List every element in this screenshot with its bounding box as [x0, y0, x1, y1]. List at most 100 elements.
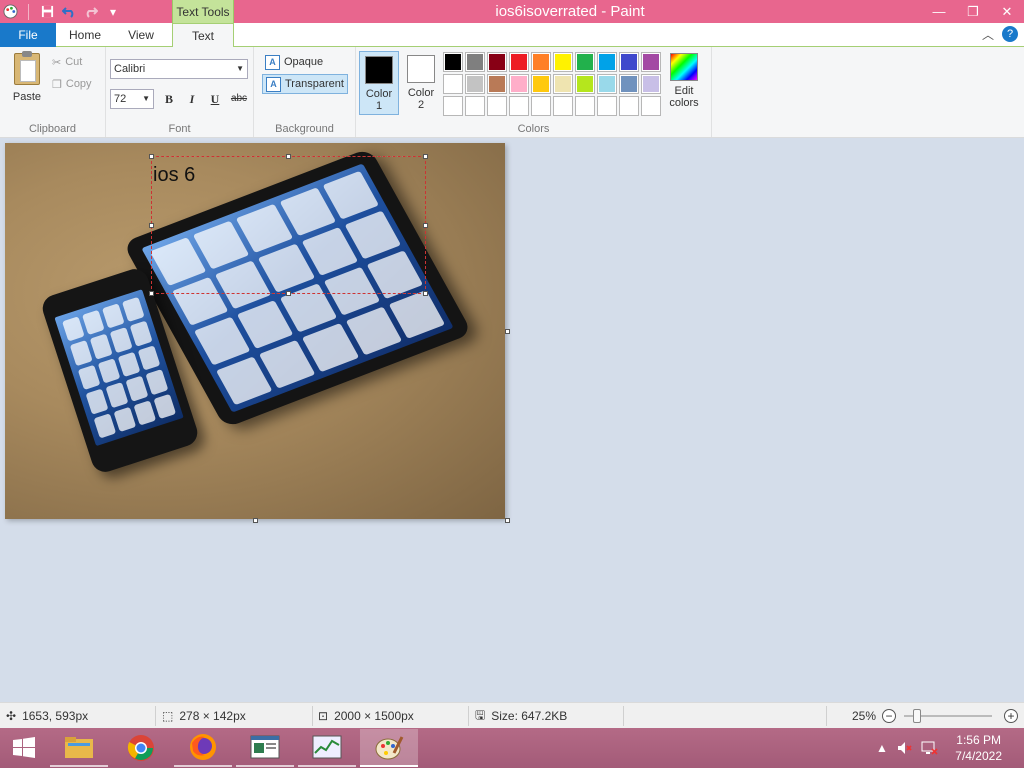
font-size-value: 72	[114, 93, 127, 105]
palette-color-swatch[interactable]	[575, 74, 595, 94]
palette-empty-swatch[interactable]	[641, 96, 661, 116]
paste-button[interactable]: Paste	[8, 51, 46, 103]
color1-button[interactable]: Color 1	[359, 51, 399, 115]
taskbar-clock[interactable]: 1:56 PM 7/4/2022	[955, 732, 1002, 764]
palette-color-swatch[interactable]	[443, 52, 463, 72]
save-icon[interactable]	[39, 4, 55, 20]
palette-color-swatch[interactable]	[465, 52, 485, 72]
palette-color-swatch[interactable]	[553, 74, 573, 94]
palette-color-swatch[interactable]	[465, 74, 485, 94]
canvas-text[interactable]: ios 6	[153, 164, 195, 187]
palette-color-swatch[interactable]	[641, 74, 661, 94]
italic-button[interactable]: I	[183, 90, 201, 108]
palette-color-swatch[interactable]	[509, 52, 529, 72]
image-size-value: 2000 × 1500px	[334, 709, 414, 723]
palette-empty-swatch[interactable]	[487, 96, 507, 116]
palette-empty-swatch[interactable]	[575, 96, 595, 116]
palette-empty-swatch[interactable]	[531, 96, 551, 116]
collapse-ribbon-chevron-up-icon[interactable]: ︿	[982, 26, 994, 43]
font-size-select[interactable]: 72 ▼	[110, 89, 154, 109]
customize-qat-chevron-down-icon[interactable]: ▾	[105, 4, 121, 20]
transparent-label: Transparent	[285, 78, 344, 90]
status-divider	[155, 706, 156, 726]
zoom-out-button[interactable]: −	[882, 709, 896, 723]
underline-button[interactable]: U	[206, 90, 224, 108]
canvas-resize-handle-right[interactable]	[505, 329, 510, 334]
palette-empty-swatch[interactable]	[443, 96, 463, 116]
redo-icon[interactable]	[83, 4, 99, 20]
volume-muted-icon[interactable]	[896, 728, 912, 768]
document-app-taskbar-button[interactable]	[236, 729, 294, 767]
resize-handle[interactable]	[149, 291, 154, 296]
tab-text[interactable]: Text	[172, 23, 234, 48]
palette-empty-swatch[interactable]	[553, 96, 573, 116]
strikethrough-button[interactable]: abc	[228, 90, 250, 108]
cut-button[interactable]: ✂ Cut	[52, 53, 82, 71]
resize-handle[interactable]	[149, 223, 154, 228]
resize-handle[interactable]	[423, 223, 428, 228]
palette-color-swatch[interactable]	[641, 52, 661, 72]
task-manager-taskbar-button[interactable]	[298, 729, 356, 767]
tab-file[interactable]: File	[0, 23, 56, 47]
palette-color-swatch[interactable]	[509, 74, 529, 94]
canvas-workspace[interactable]: ios 6	[0, 138, 1024, 702]
palette-color-swatch[interactable]	[487, 74, 507, 94]
color2-button[interactable]: Color 2	[401, 51, 441, 115]
palette-color-swatch[interactable]	[597, 74, 617, 94]
restore-icon[interactable]: ❐	[956, 0, 990, 23]
ribbon: Paste ✂ Cut ❐ Copy Clipboard Calibri ▼ 7…	[0, 47, 1024, 138]
color1-label-line1: Color	[365, 88, 393, 100]
font-family-value: Calibri	[114, 63, 146, 75]
paint-taskbar-button[interactable]	[360, 729, 418, 767]
tab-home[interactable]: Home	[58, 23, 112, 47]
edit-colors-label-line2: colors	[669, 97, 699, 109]
canvas-size-icon: ⊡	[318, 709, 329, 723]
show-hidden-icons-chevron-up-icon[interactable]: ▲	[876, 728, 888, 768]
palette-color-swatch[interactable]	[619, 74, 639, 94]
taskbar: ▲ 1:56 PM 7/4/2022	[0, 728, 1024, 768]
palette-color-swatch[interactable]	[553, 52, 573, 72]
canvas-image[interactable]: ios 6	[5, 143, 505, 519]
file-explorer-taskbar-button[interactable]	[50, 729, 108, 767]
chrome-taskbar-button[interactable]	[112, 729, 170, 767]
palette-empty-swatch[interactable]	[509, 96, 529, 116]
resize-handle[interactable]	[423, 154, 428, 159]
bold-button[interactable]: B	[160, 90, 178, 108]
help-icon[interactable]: ?	[1002, 26, 1018, 42]
edit-colors-button[interactable]: Edit colors	[667, 53, 701, 109]
performance-chart-icon	[312, 735, 342, 759]
canvas-resize-handle-corner[interactable]	[505, 518, 510, 523]
palette-empty-swatch[interactable]	[465, 96, 485, 116]
palette-empty-swatch[interactable]	[597, 96, 617, 116]
resize-handle[interactable]	[423, 291, 428, 296]
firefox-taskbar-button[interactable]	[174, 729, 232, 767]
paint-app-icon[interactable]	[2, 4, 18, 20]
palette-color-swatch[interactable]	[443, 74, 463, 94]
transparent-option[interactable]: A Transparent	[262, 74, 348, 94]
resize-handle[interactable]	[286, 154, 291, 159]
palette-color-swatch[interactable]	[487, 52, 507, 72]
opaque-option[interactable]: A Opaque	[262, 52, 326, 72]
start-button[interactable]	[0, 729, 48, 767]
network-icon[interactable]	[920, 728, 938, 768]
palette-empty-swatch[interactable]	[619, 96, 639, 116]
resize-handle[interactable]	[286, 291, 291, 296]
resize-handle[interactable]	[149, 154, 154, 159]
zoom-in-button[interactable]: +	[1004, 709, 1018, 723]
palette-color-swatch[interactable]	[531, 74, 551, 94]
zoom-level: 25%	[852, 709, 877, 723]
zoom-slider-thumb[interactable]	[913, 709, 921, 723]
font-family-select[interactable]: Calibri ▼	[110, 59, 248, 79]
palette-color-swatch[interactable]	[531, 52, 551, 72]
clipboard-group: Paste ✂ Cut ❐ Copy Clipboard	[0, 47, 106, 137]
tab-view[interactable]: View	[114, 23, 168, 47]
close-icon[interactable]: ✕	[990, 0, 1024, 23]
undo-icon[interactable]	[61, 4, 77, 20]
palette-color-swatch[interactable]	[619, 52, 639, 72]
palette-color-swatch[interactable]	[597, 52, 617, 72]
color-palette	[443, 52, 661, 116]
palette-color-swatch[interactable]	[575, 52, 595, 72]
canvas-resize-handle-bottom[interactable]	[253, 518, 258, 523]
minimize-icon[interactable]: —	[922, 0, 956, 23]
copy-button[interactable]: ❐ Copy	[52, 75, 92, 93]
